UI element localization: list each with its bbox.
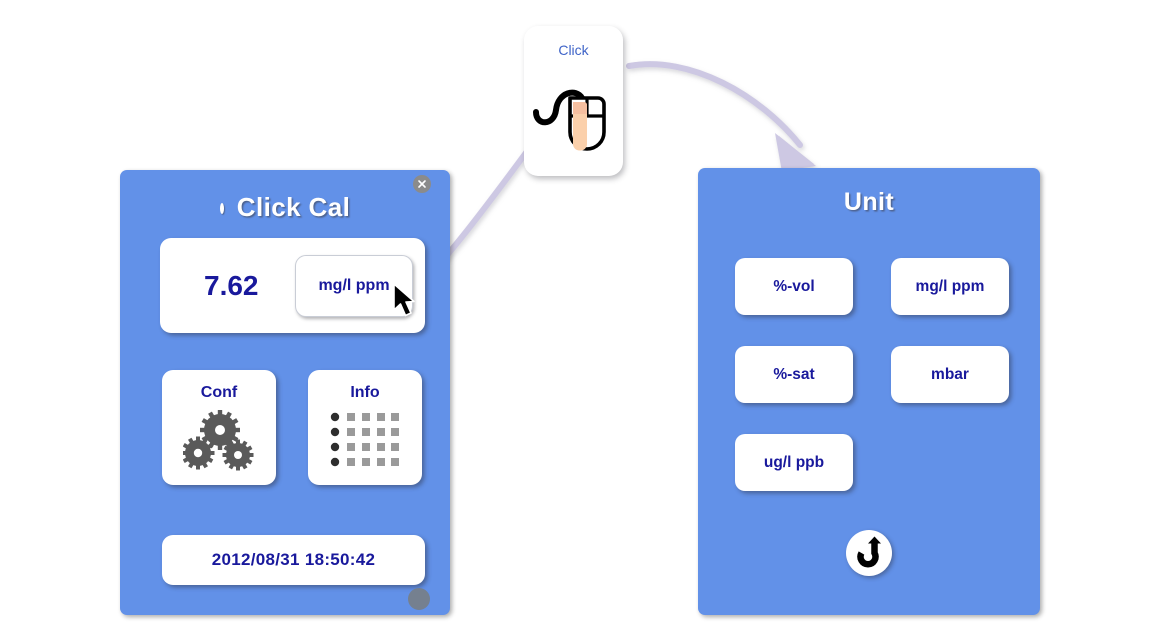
unit-panel: Unit %-vol mg/l ppm %-sat mbar ug/l ppb xyxy=(698,168,1040,615)
unit-select-button[interactable]: mg/l ppm xyxy=(295,254,413,317)
unit-option-pct-sat[interactable]: %-sat xyxy=(735,346,853,403)
callout-label: Click xyxy=(558,42,589,58)
curved-arrow-icon xyxy=(626,61,816,172)
conf-tile[interactable]: Conf xyxy=(162,370,276,485)
dot-matrix-icon xyxy=(308,410,422,470)
reading-card: 7.62 mg/l ppm xyxy=(160,238,425,333)
info-tile-label: Info xyxy=(350,384,380,401)
return-arrow-glyph xyxy=(857,536,881,568)
close-glyph xyxy=(418,180,426,188)
datetime-display[interactable]: 2012/08/31 18:50:42 xyxy=(162,535,425,585)
unit-option-mgl-ppm[interactable]: mg/l ppm xyxy=(891,258,1009,315)
gears-glyph xyxy=(183,410,254,471)
click-callout: Click xyxy=(524,26,623,176)
grey-circle-indicator[interactable] xyxy=(408,588,430,610)
unit-option-mbar[interactable]: mbar xyxy=(891,346,1009,403)
left-panel-title-text: Click Cal xyxy=(236,192,351,222)
return-arrow-icon[interactable] xyxy=(846,530,892,576)
screenshot-stage: Click Cal 7.62 mg/l ppm Conf Info 2012/0… xyxy=(0,0,1169,627)
mouse-click-glyph xyxy=(532,89,606,151)
gears-icon xyxy=(162,410,276,472)
click-cal-panel: Click Cal 7.62 mg/l ppm Conf Info 2012/0… xyxy=(120,170,450,615)
mouse-click-icon xyxy=(524,66,623,158)
reading-value: 7.62 xyxy=(204,269,259,301)
right-panel-title: Unit xyxy=(843,188,895,216)
close-icon[interactable] xyxy=(413,175,431,193)
unit-option-pct-vol[interactable]: %-vol xyxy=(735,258,853,315)
dot-matrix-glyph xyxy=(330,412,399,467)
info-tile[interactable]: Info xyxy=(308,370,422,485)
left-panel-title: Click Cal xyxy=(120,192,450,223)
conf-tile-label: Conf xyxy=(200,384,238,401)
dot-icon xyxy=(219,203,224,214)
unit-option-ugl-ppb[interactable]: ug/l ppb xyxy=(735,434,853,491)
